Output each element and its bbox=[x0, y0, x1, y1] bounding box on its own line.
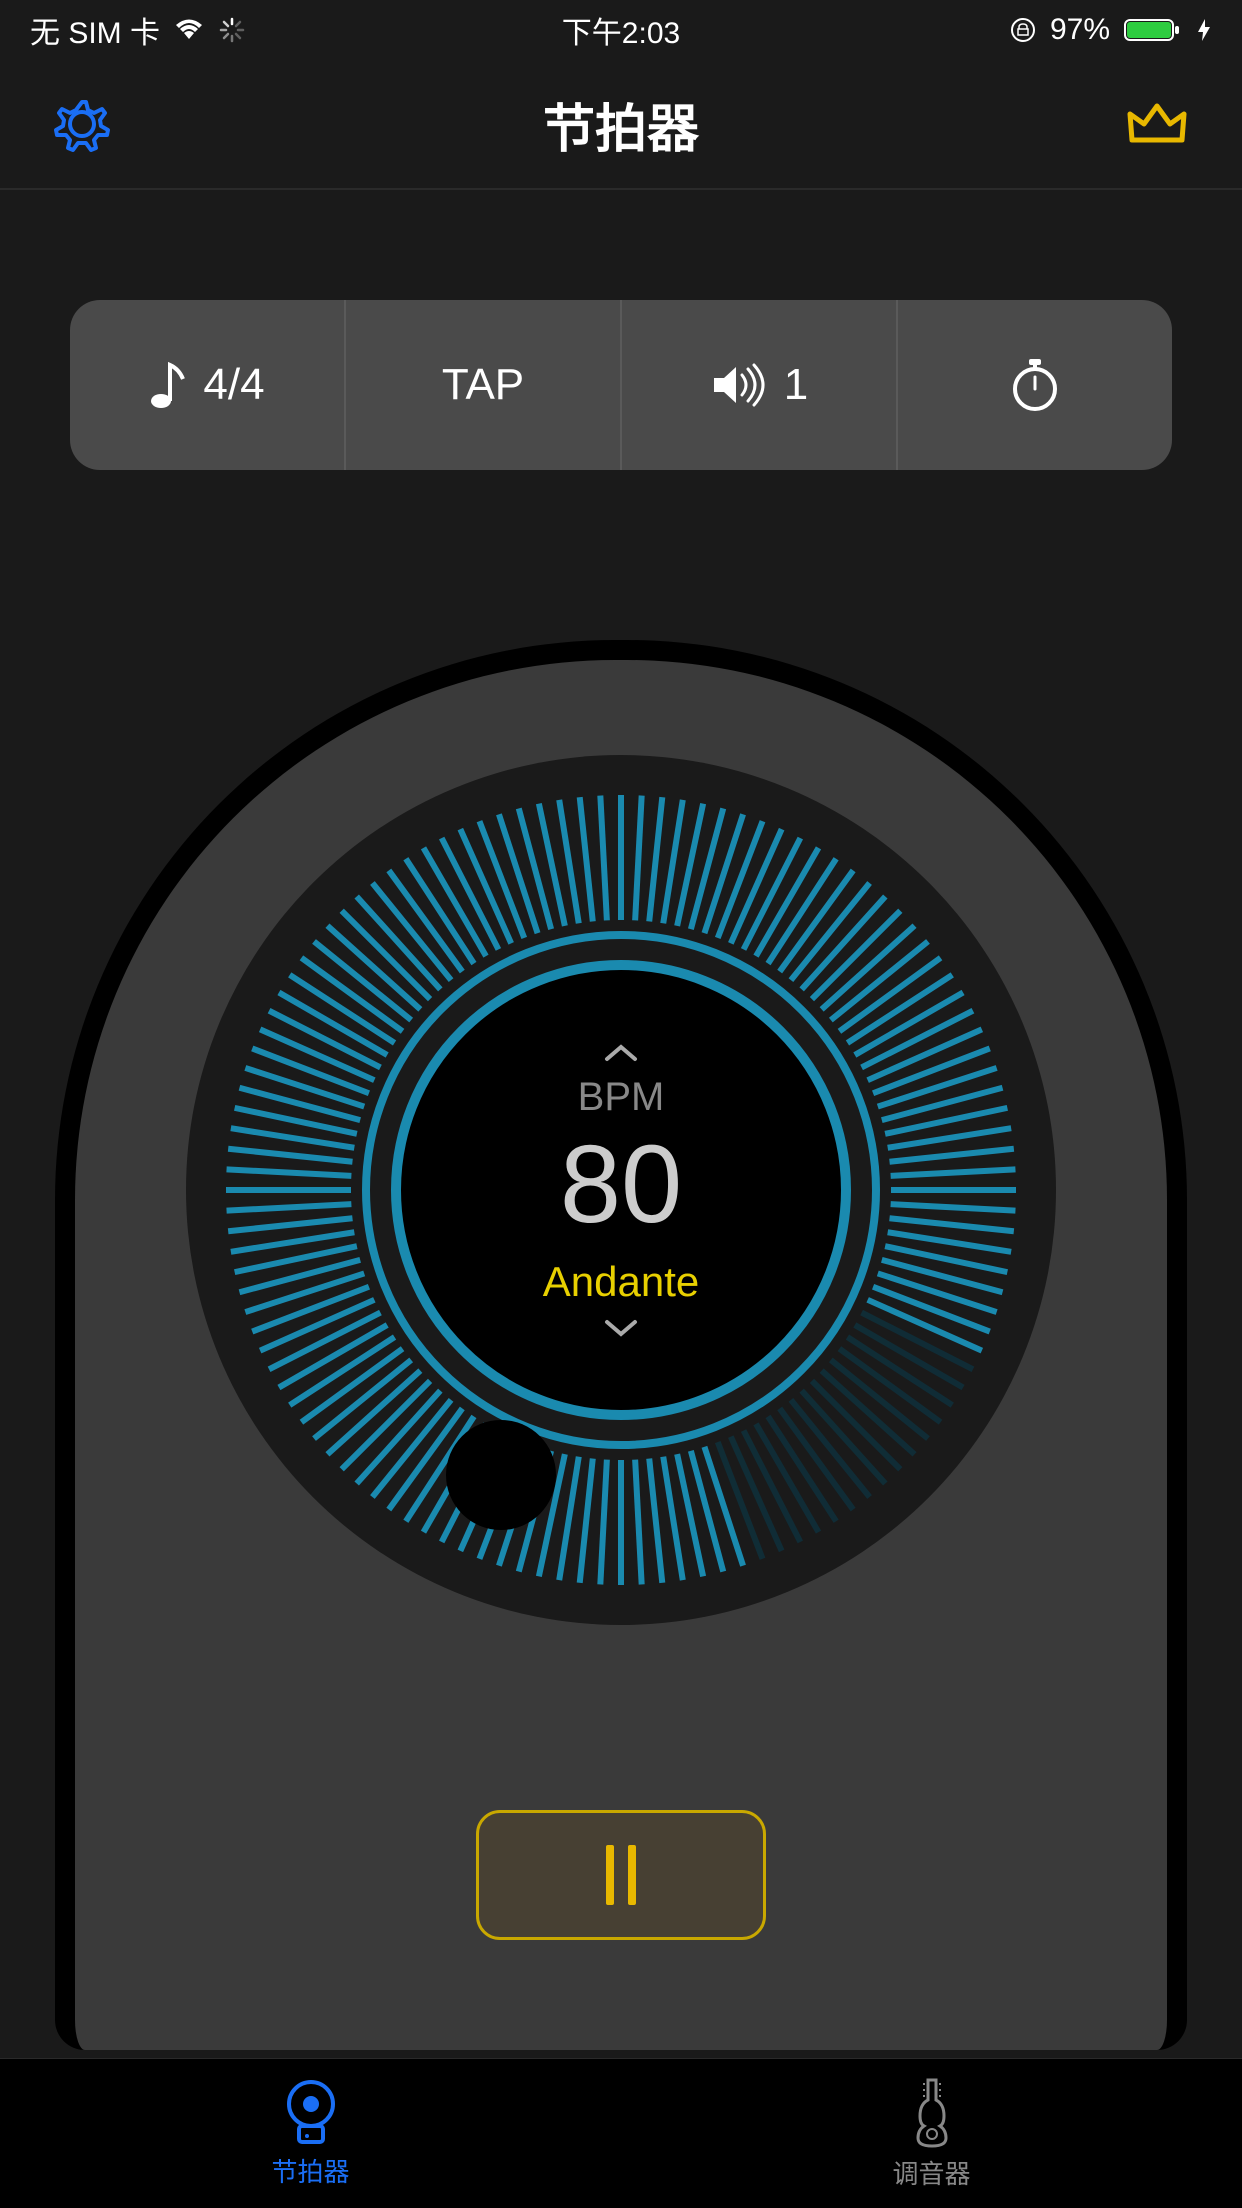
status-time: 下午2:03 bbox=[562, 8, 680, 52]
status-left: 无 SIM 卡 bbox=[30, 8, 246, 52]
timer-button[interactable] bbox=[898, 300, 1172, 470]
loading-icon bbox=[218, 16, 246, 44]
orientation-lock-icon bbox=[1010, 17, 1036, 43]
note-icon bbox=[149, 359, 185, 411]
settings-button[interactable] bbox=[50, 92, 114, 156]
battery-percent: 97% bbox=[1050, 13, 1110, 47]
gear-icon bbox=[50, 92, 114, 156]
crown-icon bbox=[1122, 96, 1192, 152]
metronome-body: BPM 80 Andante bbox=[55, 640, 1187, 2050]
guitar-icon bbox=[912, 2076, 952, 2148]
status-bar: 无 SIM 卡 下午2:03 97% bbox=[0, 0, 1242, 60]
sim-status: 无 SIM 卡 bbox=[30, 8, 160, 52]
tap-button[interactable]: TAP bbox=[346, 300, 622, 470]
tab-tuner-label: 调音器 bbox=[892, 2154, 970, 2191]
pause-icon bbox=[606, 1845, 614, 1905]
tab-metronome[interactable]: 节拍器 bbox=[0, 2059, 621, 2208]
bpm-value: 80 bbox=[560, 1130, 682, 1240]
metronome-icon bbox=[283, 2078, 339, 2146]
dial-knob[interactable] bbox=[446, 1420, 556, 1530]
bpm-dial[interactable]: BPM 80 Andante bbox=[186, 755, 1056, 1625]
play-pause-button[interactable] bbox=[476, 1810, 766, 1940]
sound-button[interactable]: 1 bbox=[622, 300, 898, 470]
app-header: 节拍器 bbox=[0, 60, 1242, 190]
bpm-decrease[interactable] bbox=[601, 1316, 641, 1340]
page-title: 节拍器 bbox=[543, 87, 699, 162]
bpm-label: BPM bbox=[578, 1075, 665, 1120]
bpm-increase[interactable] bbox=[601, 1041, 641, 1065]
sound-level-label: 1 bbox=[784, 360, 808, 410]
dial-center: BPM 80 Andante bbox=[391, 960, 851, 1420]
stopwatch-icon bbox=[1009, 357, 1061, 413]
time-signature-button[interactable]: 4/4 bbox=[70, 300, 346, 470]
tap-label: TAP bbox=[442, 360, 524, 410]
battery-icon bbox=[1124, 17, 1182, 43]
tab-tuner[interactable]: 调音器 bbox=[621, 2059, 1242, 2208]
tempo-name: Andante bbox=[543, 1258, 699, 1306]
speaker-icon bbox=[710, 363, 766, 407]
charging-icon bbox=[1196, 17, 1212, 43]
control-bar: 4/4 TAP 1 bbox=[70, 300, 1172, 470]
wifi-icon bbox=[174, 18, 204, 42]
time-signature-label: 4/4 bbox=[203, 360, 264, 410]
premium-button[interactable] bbox=[1122, 96, 1192, 152]
tab-bar: 节拍器 调音器 bbox=[0, 2058, 1242, 2208]
status-right: 97% bbox=[1010, 13, 1212, 47]
tab-metronome-label: 节拍器 bbox=[271, 2152, 349, 2189]
